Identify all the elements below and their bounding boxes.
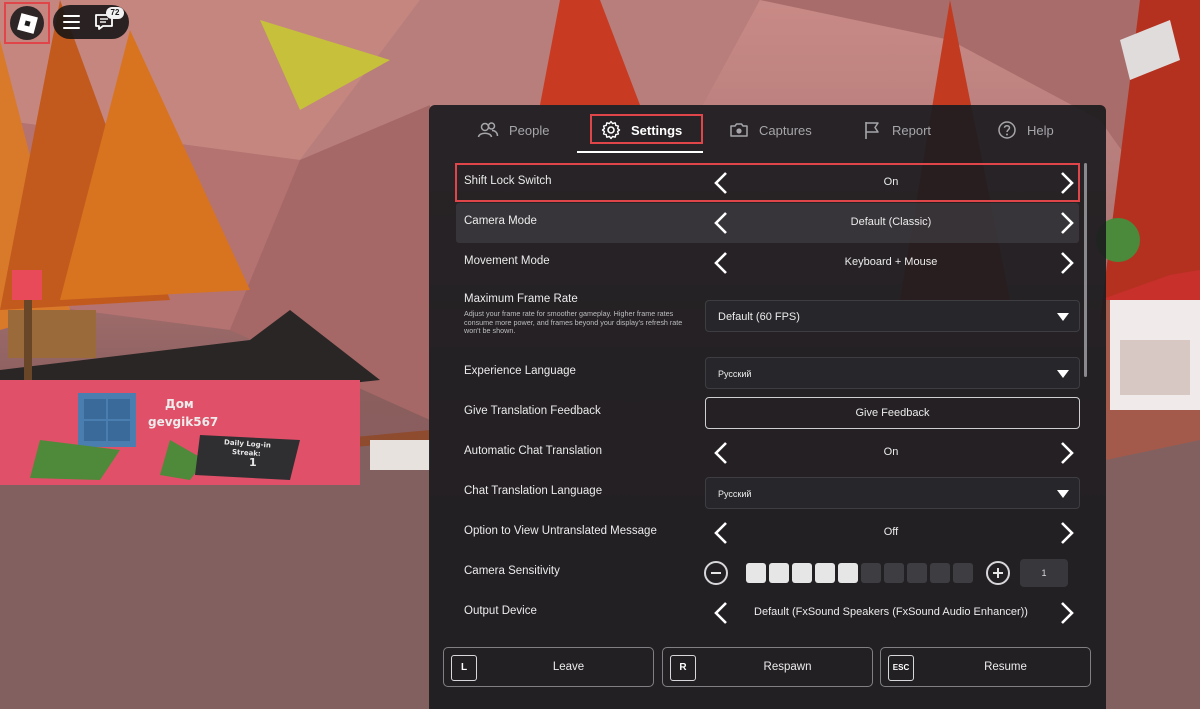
sensitivity-segment[interactable] [953, 563, 973, 583]
setting-experience-language: Experience Language Русский [456, 353, 1080, 393]
sensitivity-segment[interactable] [838, 563, 858, 583]
roblox-logo-icon [10, 6, 44, 40]
house-sign: Дом [165, 397, 194, 411]
sensitivity-segment[interactable] [792, 563, 812, 583]
minus-icon[interactable] [704, 561, 728, 585]
hamburger-menu-icon[interactable] [63, 15, 80, 29]
setting-camera-mode: Camera Mode Default (Classic) [456, 203, 1079, 243]
setting-output-device: Output Device Default (FxSound Speakers … [456, 593, 1079, 633]
camera-icon [730, 123, 748, 137]
streak-sign-count: 1 [249, 456, 257, 469]
setting-label: Automatic Chat Translation [464, 445, 603, 457]
setting-untranslated-option: Option to View Untranslated Message Off [456, 513, 1079, 553]
sensitivity-segment[interactable] [746, 563, 766, 583]
tab-bar: People Settings Captures Report Help [429, 105, 1106, 153]
bottom-action-bar: L Leave R Respawn ESC Resume [443, 647, 1091, 687]
dropdown-value: Default (60 FPS) [718, 311, 800, 323]
setting-value: Default (Classic) [850, 216, 932, 228]
top-bar-pill: 72 [53, 5, 129, 39]
tab-help[interactable]: Help [997, 115, 1054, 145]
people-icon [477, 122, 499, 138]
sensitivity-slider[interactable]: 1 [704, 559, 1079, 587]
setting-label: Camera Mode [464, 215, 537, 227]
setting-value: Default (FxSound Speakers (FxSound Audio… [754, 606, 1028, 618]
frame-rate-dropdown[interactable]: Default (60 FPS) [705, 300, 1080, 332]
setting-label: Experience Language [464, 365, 576, 377]
setting-value: Keyboard + Mouse [844, 256, 938, 268]
caret-down-icon [1057, 370, 1069, 378]
respawn-label: Respawn [763, 661, 812, 673]
dropdown-value: Русский [718, 369, 752, 379]
give-feedback-button[interactable]: Give Feedback [705, 397, 1080, 429]
chevron-right-icon[interactable] [1052, 249, 1080, 277]
roblox-menu-button[interactable] [4, 2, 50, 44]
sensitivity-segment[interactable] [907, 563, 927, 583]
setting-label: Output Device [464, 605, 537, 617]
caret-down-icon [1057, 490, 1069, 498]
sensitivity-segment[interactable] [769, 563, 789, 583]
caret-down-icon [1057, 313, 1069, 321]
chat-notification-badge: 72 [106, 7, 124, 19]
setting-movement-mode: Movement Mode Keyboard + Mouse [456, 243, 1079, 283]
tab-report[interactable]: Report [862, 115, 931, 145]
leave-button[interactable]: L Leave [443, 647, 654, 687]
sensitivity-segment[interactable] [861, 563, 881, 583]
setting-value: Off [883, 526, 899, 538]
tab-people[interactable]: People [477, 115, 549, 145]
tab-report-label: Report [892, 122, 932, 138]
setting-frame-rate: Maximum Frame Rate Adjust your frame rat… [456, 283, 1080, 345]
setting-description: Adjust your frame rate for smoother game… [464, 309, 683, 335]
setting-auto-chat-translation: Automatic Chat Translation On [456, 433, 1079, 473]
keybind-l: L [451, 655, 477, 681]
keybind-r: R [670, 655, 696, 681]
chevron-right-icon[interactable] [1052, 209, 1080, 237]
leave-label: Leave [552, 661, 585, 673]
chat-translation-language-dropdown[interactable]: Русский [705, 477, 1080, 509]
active-tab-underline [577, 151, 703, 153]
setting-label: Option to View Untranslated Message [464, 525, 657, 537]
chat-icon[interactable]: 72 [94, 7, 124, 31]
player-name: gevgik567 [148, 415, 219, 429]
resume-button[interactable]: ESC Resume [880, 647, 1091, 687]
tab-captures-label: Captures [759, 122, 812, 138]
flag-icon [865, 122, 879, 139]
setting-translation-feedback: Give Translation Feedback Give Feedback [456, 393, 1080, 433]
sensitivity-segment[interactable] [930, 563, 950, 583]
setting-chat-translation-language: Chat Translation Language Русский [456, 473, 1080, 513]
shift-lock-highlight [455, 163, 1080, 202]
setting-label: Movement Mode [464, 255, 550, 267]
sensitivity-value-input[interactable]: 1 [1020, 559, 1068, 587]
respawn-button[interactable]: R Respawn [662, 647, 873, 687]
help-icon [998, 121, 1016, 139]
tab-captures[interactable]: Captures [729, 115, 812, 145]
setting-label: Give Translation Feedback [464, 405, 601, 417]
experience-language-dropdown[interactable]: Русский [705, 357, 1080, 389]
setting-label: Camera Sensitivity [464, 565, 560, 577]
plus-icon[interactable] [986, 561, 1010, 585]
settings-scrollbar[interactable] [1084, 163, 1087, 377]
tab-help-label: Help [1027, 122, 1054, 138]
chevron-right-icon[interactable] [1052, 519, 1080, 547]
keybind-esc: ESC [888, 655, 914, 681]
sensitivity-level-bar[interactable] [746, 563, 973, 583]
chevron-right-icon[interactable] [1052, 439, 1080, 467]
setting-camera-sensitivity: Camera Sensitivity 1 [456, 553, 1079, 593]
dropdown-value: Русский [718, 489, 752, 499]
tab-settings-highlight [590, 114, 703, 144]
setting-label: Chat Translation Language [464, 485, 603, 497]
tab-people-label: People [509, 122, 550, 138]
sensitivity-segment[interactable] [815, 563, 835, 583]
chevron-right-icon[interactable] [1052, 599, 1080, 627]
setting-value: On [883, 446, 899, 458]
setting-label: Maximum Frame Rate [464, 293, 578, 305]
resume-label: Resume [984, 661, 1027, 673]
sensitivity-segment[interactable] [884, 563, 904, 583]
